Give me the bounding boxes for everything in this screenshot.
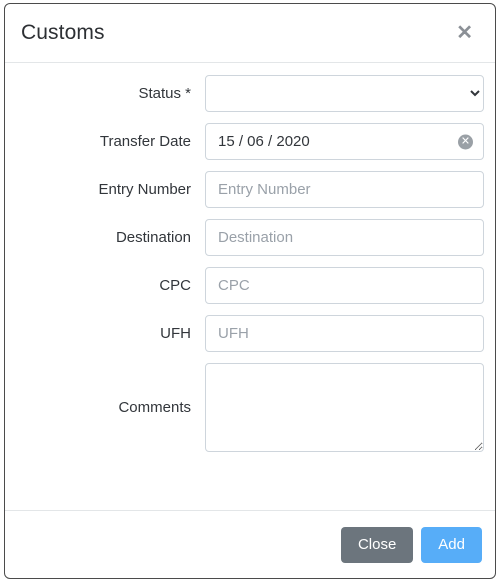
form-row-entry-number: Entry Number: [16, 171, 484, 208]
dialog-header: Customs ✕: [5, 4, 495, 63]
close-button[interactable]: Close: [340, 526, 414, 563]
entry-number-input[interactable]: [205, 171, 484, 208]
form-row-status: Status *: [16, 75, 484, 112]
form-row-comments: Comments: [16, 363, 484, 452]
ufh-input[interactable]: [205, 315, 484, 352]
transfer-date-control: ✕: [205, 123, 484, 160]
transfer-date-label: Transfer Date: [99, 133, 191, 150]
cpc-input[interactable]: [205, 267, 484, 304]
entry-number-label: Entry Number: [98, 181, 191, 198]
close-icon[interactable]: ✕: [452, 21, 477, 45]
form-row-destination: Destination: [16, 219, 484, 256]
form-row-cpc: CPC: [16, 267, 484, 304]
dialog-footer: Close Add: [5, 510, 495, 578]
form-row-ufh: UFH: [16, 315, 484, 352]
ufh-label: UFH: [160, 325, 191, 342]
comments-control: [205, 363, 484, 452]
clear-circle-icon[interactable]: ✕: [458, 134, 473, 149]
customs-dialog: Customs ✕ Status * Transfer Date ✕ Entry…: [4, 3, 496, 579]
status-label: Status *: [138, 85, 191, 102]
form-row-transfer-date: Transfer Date ✕: [16, 123, 484, 160]
dialog-body: Status * Transfer Date ✕ Entry Number De…: [5, 63, 495, 510]
transfer-date-input[interactable]: [205, 123, 484, 160]
ufh-control: [205, 315, 484, 352]
status-select[interactable]: [205, 75, 484, 112]
comments-label: Comments: [118, 399, 191, 416]
dialog-title: Customs: [21, 21, 105, 44]
destination-label: Destination: [115, 229, 191, 246]
destination-control: [205, 219, 484, 256]
status-control: [205, 75, 484, 112]
destination-input[interactable]: [205, 219, 484, 256]
comments-textarea[interactable]: [205, 363, 484, 452]
cpc-label: CPC: [159, 277, 191, 294]
cpc-control: [205, 267, 484, 304]
entry-number-control: [205, 171, 484, 208]
add-button[interactable]: Add: [421, 526, 482, 563]
